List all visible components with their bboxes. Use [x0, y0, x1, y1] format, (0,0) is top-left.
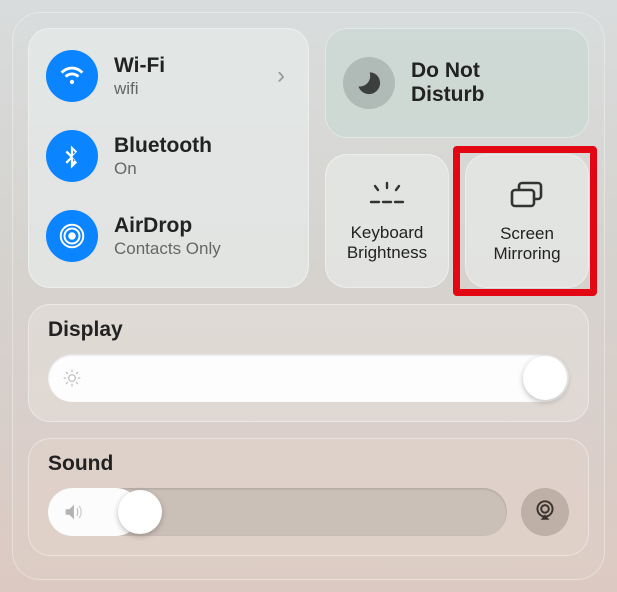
display-slider-knob[interactable] — [523, 356, 567, 400]
sound-row — [48, 488, 569, 536]
dnd-label: Do Not Disturb — [411, 59, 485, 107]
keyboard-brightness-label: Keyboard Brightness — [347, 223, 427, 262]
screen-mirroring-icon — [507, 179, 547, 216]
display-slider[interactable] — [48, 354, 569, 402]
wifi-title: Wi-Fi — [114, 54, 165, 78]
airdrop-item[interactable]: AirDrop Contacts Only — [46, 210, 291, 262]
display-label: Display — [48, 318, 569, 342]
airdrop-title: AirDrop — [114, 214, 221, 238]
chevron-right-icon[interactable]: › — [277, 62, 285, 90]
airdrop-icon — [46, 210, 98, 262]
bluetooth-text: Bluetooth On — [114, 134, 212, 179]
small-tiles-row: Keyboard Brightness Screen Mirroring — [325, 154, 589, 288]
connectivity-tile: Wi-Fi wifi › Bluetooth On Ai — [28, 28, 309, 288]
top-row: Wi-Fi wifi › Bluetooth On Ai — [28, 28, 589, 288]
keyboard-brightness-icon — [365, 180, 409, 215]
airplay-icon — [532, 497, 558, 528]
do-not-disturb-tile[interactable]: Do Not Disturb — [325, 28, 589, 138]
dnd-line2: Disturb — [411, 83, 485, 107]
keyboard-brightness-tile[interactable]: Keyboard Brightness — [325, 154, 449, 288]
control-center-panel: Wi-Fi wifi › Bluetooth On Ai — [12, 12, 605, 580]
bluetooth-item[interactable]: Bluetooth On — [46, 130, 291, 182]
wifi-subtitle: wifi — [114, 79, 165, 99]
screen-mirroring-tile[interactable]: Screen Mirroring — [465, 154, 589, 288]
sound-slider-knob[interactable] — [118, 490, 162, 534]
bluetooth-title: Bluetooth — [114, 134, 212, 158]
sound-section: Sound — [28, 438, 589, 556]
sound-slider[interactable] — [48, 488, 507, 536]
wifi-text: Wi-Fi wifi — [114, 54, 165, 99]
right-column: Do Not Disturb — [325, 28, 589, 288]
wifi-item[interactable]: Wi-Fi wifi › — [46, 50, 291, 102]
airdrop-subtitle: Contacts Only — [114, 239, 221, 259]
speaker-icon — [62, 501, 84, 523]
screen-mirroring-label: Screen Mirroring — [493, 224, 560, 263]
sun-icon — [62, 368, 82, 388]
bluetooth-subtitle: On — [114, 159, 212, 179]
display-section: Display — [28, 304, 589, 422]
dnd-line1: Do Not — [411, 59, 485, 83]
moon-icon — [343, 57, 395, 109]
airdrop-text: AirDrop Contacts Only — [114, 214, 221, 259]
sound-label: Sound — [48, 452, 569, 476]
airplay-audio-button[interactable] — [521, 488, 569, 536]
bluetooth-icon — [46, 130, 98, 182]
wifi-icon — [46, 50, 98, 102]
